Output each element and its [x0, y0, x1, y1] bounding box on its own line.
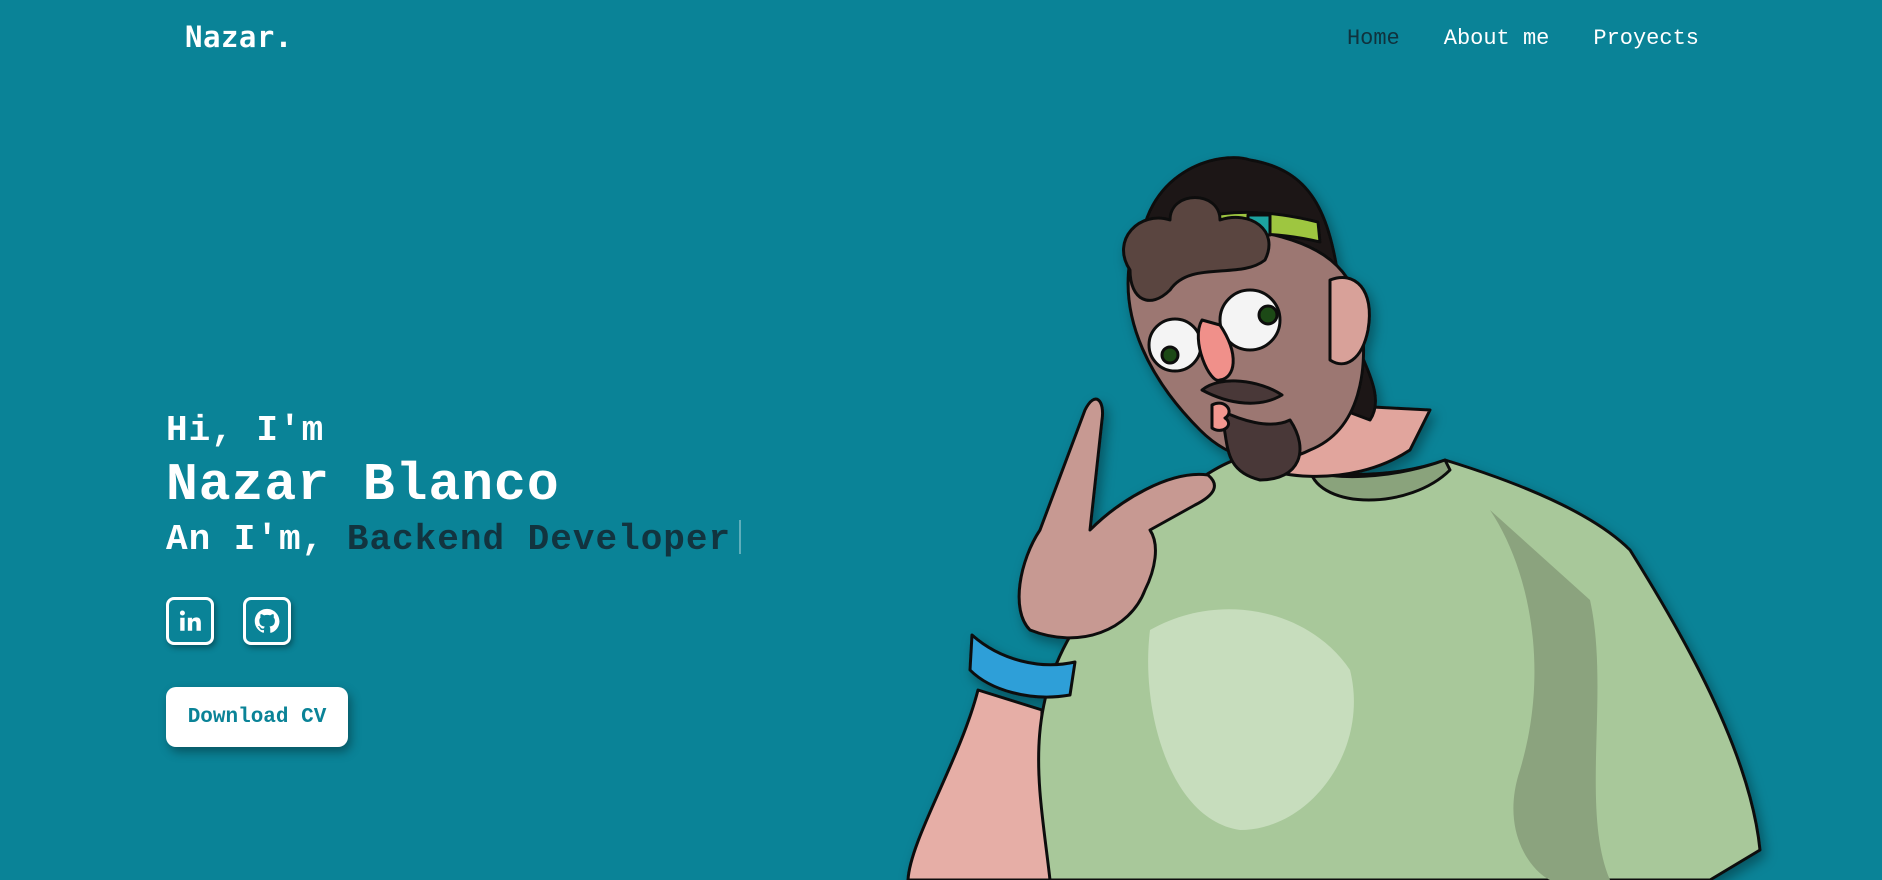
portfolio-page: Nazar. Home About me Proyects Hi, I'm Na…: [0, 0, 1882, 880]
linkedin-button[interactable]: [166, 597, 214, 645]
nav-link-about-me[interactable]: About me: [1444, 26, 1550, 51]
social-links: [166, 597, 741, 645]
nav-links: Home About me Proyects: [1347, 26, 1699, 51]
hero-name: Nazar Blanco: [166, 455, 560, 515]
typing-caret: [739, 520, 742, 554]
role-prefix: An I'm,: [166, 519, 325, 560]
nav-link-home[interactable]: Home: [1347, 26, 1400, 51]
avatar-illustration: [890, 150, 1780, 880]
hero-greeting: Hi, I'm: [166, 410, 325, 451]
top-navbar: Nazar. Home About me Proyects: [0, 0, 1882, 78]
linkedin-icon: [179, 610, 201, 631]
hero-role: An I'm, Backend Developer: [166, 516, 742, 564]
github-icon: [254, 608, 280, 633]
brand-logo[interactable]: Nazar.: [185, 20, 293, 54]
download-cv-button[interactable]: Download CV: [166, 687, 348, 747]
github-button[interactable]: [243, 597, 291, 645]
role-typed-text: Backend Developer: [346, 519, 732, 560]
hero-section: Hi, I'm Nazar Blanco An I'm, Backend Dev…: [166, 410, 742, 747]
nav-link-proyects[interactable]: Proyects: [1593, 26, 1699, 51]
avatar-drawing: [906, 156, 1762, 880]
